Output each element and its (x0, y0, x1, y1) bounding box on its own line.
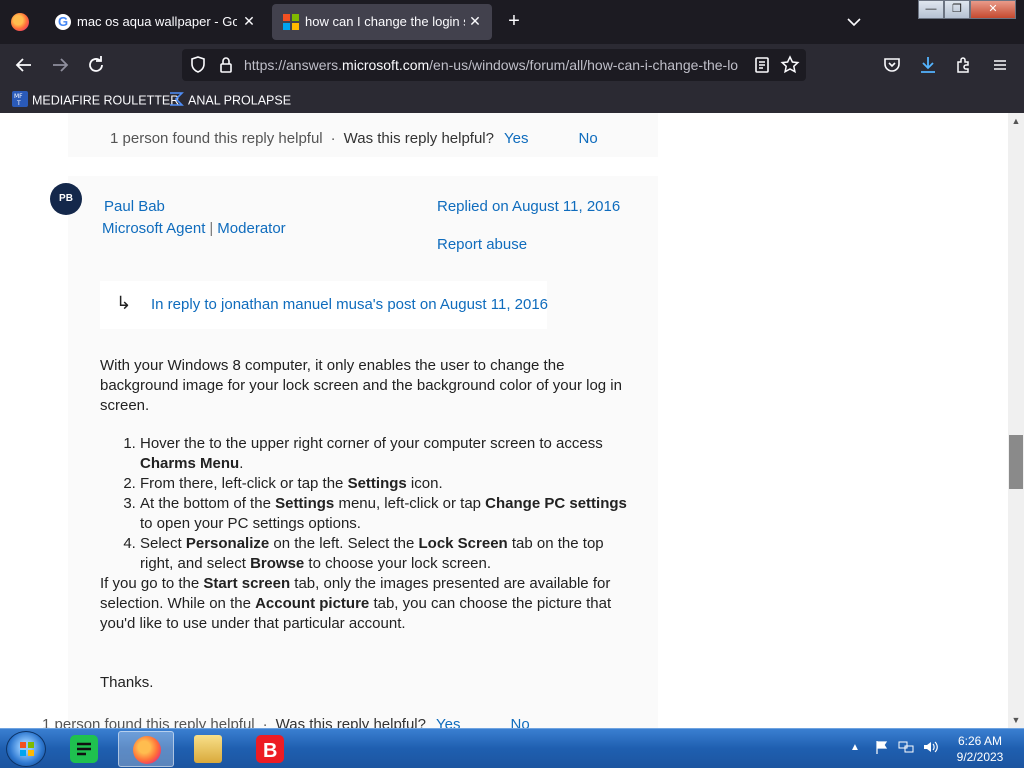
tab-title: how can I change the login scre (305, 14, 465, 29)
list-all-tabs-button[interactable] (843, 12, 865, 32)
helpful-question: Was this reply helpful? (275, 716, 426, 728)
taskbar-clock[interactable]: 6:26 AM 9/2/2023 (950, 733, 1010, 765)
in-reply-to-link[interactable]: In reply to jonathan manuel musa's post … (151, 296, 548, 313)
download-icon[interactable] (916, 53, 940, 77)
role-moderator-link[interactable]: Moderator (217, 220, 285, 237)
tab-google-search[interactable]: mac os aqua wallpaper - Googl ✕ (44, 4, 266, 40)
bookmarks-toolbar: MF T MEDIAFIRE ROULETTER ANAL PROLAPSE (0, 86, 1024, 113)
previous-reply-card: 1 person found this reply helpful · Was th… (68, 113, 658, 157)
hamburger-menu-icon[interactable] (988, 53, 1012, 77)
page-viewport: 1 person found this reply helpful · Was th… (0, 113, 1008, 728)
extensions-puzzle-icon[interactable] (952, 53, 976, 77)
reader-view-icon[interactable] (750, 53, 774, 77)
tracking-protection-shield-icon[interactable] (186, 53, 210, 77)
close-tab-icon[interactable]: ✕ (240, 12, 258, 30)
sigma-icon (168, 91, 184, 111)
taskbar-file-explorer[interactable] (180, 731, 236, 767)
lock-icon[interactable] (214, 53, 238, 77)
helpful-row: 1 person found this reply helpful · Was th… (110, 130, 598, 147)
folder-icon (194, 735, 222, 763)
firefox-view-icon[interactable] (11, 13, 29, 31)
show-hidden-icons-icon[interactable]: ▲ (850, 742, 860, 753)
windows-logo-icon (20, 742, 34, 756)
list-item: Select Personalize on the left. Select t… (140, 534, 630, 574)
intro-paragraph: With your Windows 8 computer, it only en… (100, 357, 622, 414)
minimize-button[interactable]: — (918, 0, 944, 19)
navigation-toolbar: https://answers.microsoft.com/en-us/wind… (0, 44, 1024, 86)
mediafire-icon: MF T (12, 91, 28, 111)
author-name-link[interactable]: Paul Bab (104, 198, 165, 215)
close-window-button[interactable]: ✕ (970, 0, 1016, 19)
helpful-question: Was this reply helpful? (343, 130, 494, 147)
svg-text:T: T (16, 100, 21, 107)
clock-date: 9/2/2023 (956, 750, 1004, 764)
bookmark-sigma[interactable]: ANAL PROLAPSE (168, 91, 291, 109)
vertical-scrollbar[interactable]: ▲ ▼ (1008, 113, 1024, 728)
helpful-no-button[interactable]: No (510, 716, 529, 728)
action-center-flag-icon[interactable] (874, 739, 890, 758)
taskbar-bitdefender[interactable]: B (242, 731, 298, 767)
url-text: https://answers.microsoft.com/en-us/wind… (244, 57, 739, 73)
network-icon[interactable] (898, 739, 914, 758)
tab-title: mac os aqua wallpaper - Googl (77, 14, 237, 29)
address-bar[interactable]: https://answers.microsoft.com/en-us/wind… (182, 49, 806, 81)
forward-arrow-icon[interactable] (48, 53, 72, 77)
helpful-count: 1 person found this reply helpful (110, 130, 323, 147)
bookmark-star-icon[interactable] (778, 53, 802, 77)
windows-taskbar: B ▲ 6:26 AM 9/2/2023 (0, 728, 1024, 768)
role-agent-link[interactable]: Microsoft Agent (102, 220, 205, 237)
pocket-icon[interactable] (880, 53, 904, 77)
svg-text:B: B (263, 740, 277, 762)
scrollbar-thumb[interactable] (1009, 435, 1023, 489)
firefox-icon (133, 736, 161, 764)
svg-text:MF: MF (14, 93, 23, 100)
green-notes-icon (70, 735, 98, 763)
helpful-row: 1 person found this reply helpful · Was th… (42, 716, 530, 728)
scroll-up-arrow-icon[interactable]: ▲ (1011, 116, 1021, 126)
volume-icon[interactable] (922, 739, 938, 758)
helpful-yes-button[interactable]: Yes (436, 716, 460, 728)
author-roles: Microsoft Agent | Moderator (102, 220, 286, 237)
reply-date-link[interactable]: Replied on August 11, 2016 (437, 198, 620, 215)
helpful-no-button[interactable]: No (578, 130, 597, 147)
new-tab-button[interactable]: + (503, 11, 525, 33)
helpful-count: 1 person found this reply helpful (42, 716, 255, 728)
list-item: From there, left-click or tap the Settin… (140, 474, 630, 494)
reply-arrow-icon: ↳ (116, 293, 132, 313)
reload-icon[interactable] (84, 53, 108, 77)
list-item: Hover the to the upper right corner of y… (140, 434, 630, 474)
bookmark-mediafire-rouletter[interactable]: MF T MEDIAFIRE ROULETTER (12, 91, 179, 109)
scroll-down-arrow-icon[interactable]: ▼ (1011, 715, 1021, 725)
steps-list: Hover the to the upper right corner of y… (100, 434, 630, 574)
tab-strip: mac os aqua wallpaper - Googl ✕ how can … (0, 0, 1024, 44)
taskbar-notes-app[interactable] (56, 731, 112, 767)
report-abuse-link[interactable]: Report abuse (437, 236, 527, 253)
avatar[interactable]: PB (50, 183, 82, 215)
window-controls: — ❐ ✕ (918, 0, 1016, 20)
bitdefender-icon: B (256, 735, 284, 763)
outro-paragraph: If you go to the Start screen tab, only … (100, 575, 612, 632)
tab-microsoft-answers[interactable]: how can I change the login scre ✕ (272, 4, 492, 40)
close-tab-icon[interactable]: ✕ (466, 12, 484, 30)
back-arrow-icon[interactable] (12, 53, 36, 77)
taskbar-firefox[interactable] (118, 731, 174, 767)
in-reply-to-box: ↳ In reply to jonathan manuel musa's pos… (100, 281, 548, 329)
google-g-icon (55, 14, 71, 30)
chevron-down-icon (847, 18, 861, 27)
clock-time: 6:26 AM (957, 734, 1003, 748)
restore-button[interactable]: ❐ (944, 0, 970, 19)
thanks-text: Thanks. (100, 674, 154, 691)
helpful-yes-button[interactable]: Yes (504, 130, 528, 147)
microsoft-logo-icon (283, 14, 299, 30)
list-item: At the bottom of the Settings menu, left… (140, 494, 630, 534)
reply-body: With your Windows 8 computer, it only en… (100, 356, 630, 634)
start-button[interactable] (6, 731, 46, 767)
